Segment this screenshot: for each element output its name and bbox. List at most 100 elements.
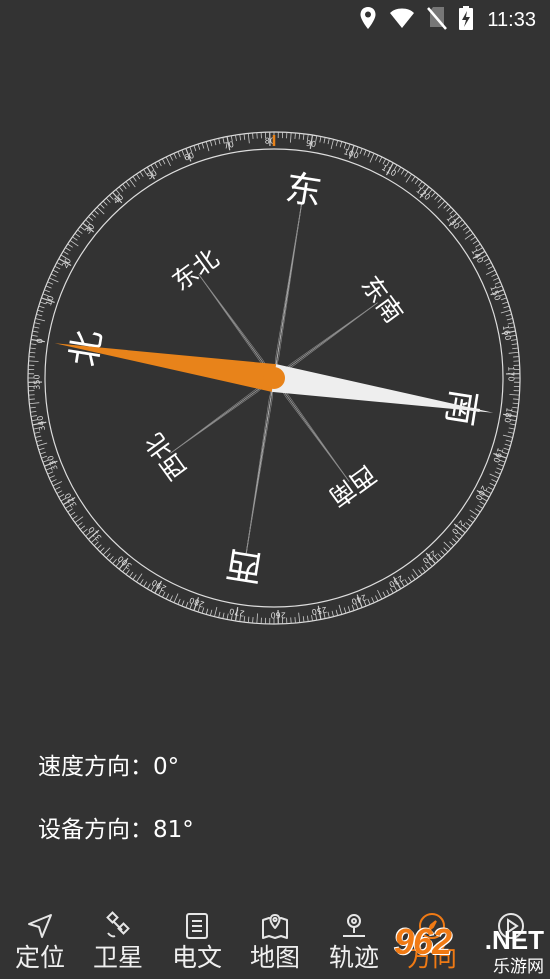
- compass-tick: [132, 574, 137, 580]
- compass-tick: [343, 607, 347, 614]
- compass-tick: [470, 236, 476, 241]
- compass-degree-label: 260: [270, 610, 285, 619]
- direction-label-west: 西: [223, 542, 265, 588]
- compass-tick: [369, 153, 375, 163]
- track-pin-icon: [343, 914, 365, 937]
- compass-tick: [298, 612, 301, 623]
- speed-direction-row: 速度方向：0°: [38, 747, 179, 781]
- compass-tick: [67, 243, 73, 248]
- compass-tick: [193, 145, 197, 152]
- nav-item-map[interactable]: 地图: [236, 905, 314, 979]
- compass-tick: [35, 435, 42, 438]
- compass-tick: [411, 176, 416, 182]
- compass-tick: [37, 442, 48, 447]
- direction-label-east: 东: [283, 168, 325, 214]
- compass-tick: [475, 508, 481, 513]
- compass-tick: [74, 516, 84, 523]
- compass-tick: [243, 133, 246, 140]
- compass-tick: [52, 269, 59, 274]
- compass-tick: [56, 490, 63, 494]
- compass-tick: [363, 149, 367, 156]
- compass-needle: [54, 343, 494, 413]
- compass-tick: [407, 576, 412, 583]
- compass-tick: [505, 313, 512, 317]
- compass-tick: [496, 467, 503, 471]
- compass-tick: [485, 269, 496, 275]
- compass-tick: [50, 273, 57, 277]
- compass-tick: [502, 434, 513, 438]
- nav-label-track: 轨迹: [328, 943, 379, 972]
- compass-tick: [72, 236, 78, 241]
- nav-item-location[interactable]: 定位: [1, 905, 79, 979]
- compass-tick: [169, 595, 173, 602]
- speed-direction-label: 速度方向：: [38, 754, 153, 780]
- compass-tick: [462, 226, 469, 231]
- compass-tick: [109, 556, 114, 562]
- nav-item-track[interactable]: 轨迹: [315, 905, 393, 979]
- compass-tick: [239, 134, 241, 141]
- compass-tick: [512, 347, 519, 350]
- compass-tick: [507, 431, 514, 434]
- watermark-logo: 962: [394, 921, 452, 962]
- compass-tick: [505, 439, 512, 443]
- compass-tick: [319, 136, 322, 143]
- compass-tick: [29, 406, 36, 409]
- compass-tick: [143, 581, 148, 587]
- compass-tick: [69, 240, 79, 247]
- compass-tick: [30, 415, 38, 417]
- compass-tick: [411, 574, 416, 580]
- compass-tick: [102, 547, 111, 556]
- compass-tick: [378, 156, 383, 163]
- compass-dial: 010203040506070 80 90100110120130140150160…: [27, 131, 521, 625]
- compass-tick: [69, 511, 76, 516]
- compass-tick: [508, 351, 519, 354]
- battery-charging-icon: [459, 6, 474, 34]
- compass-tick: [347, 606, 351, 613]
- compass-tick: [446, 206, 452, 212]
- compass-tick: [118, 186, 124, 192]
- compass-tick: [32, 330, 39, 333]
- compass-tick: [464, 233, 474, 240]
- compass-tick: [502, 301, 509, 305]
- compass-tick: [214, 606, 218, 617]
- compass-tick: [28, 360, 39, 362]
- compass-tick: [508, 427, 515, 430]
- compass-tick: [197, 143, 201, 150]
- compass-tick: [323, 137, 326, 144]
- compass-tick: [33, 326, 40, 329]
- compass-tick: [49, 277, 59, 283]
- compass-tick: [449, 541, 455, 547]
- nav-label-satellite: 卫星: [92, 943, 143, 972]
- compass-tick: [65, 247, 71, 252]
- compass-tick: [302, 133, 305, 140]
- compass-tick: [181, 600, 185, 607]
- status-time: 11:33: [487, 8, 536, 31]
- nav-item-satellite[interactable]: 卫星: [79, 905, 157, 979]
- speed-direction-value: 0°: [153, 754, 180, 780]
- compass-tick: [294, 617, 296, 624]
- compass-tick: [327, 138, 330, 145]
- compass-tick: [29, 347, 36, 350]
- nav-item-message[interactable]: 电文: [158, 905, 236, 979]
- compass-tick: [491, 479, 498, 483]
- compass-tick: [28, 356, 35, 358]
- compass-degree-label: 180: [502, 407, 513, 424]
- compass-tick: [510, 339, 518, 341]
- document-icon: [186, 913, 208, 939]
- compass-tick: [414, 178, 419, 185]
- compass-tick: [136, 573, 143, 583]
- compass-degree-label: 340: [35, 415, 47, 432]
- compass-tick: [39, 451, 46, 455]
- compass-tick: [38, 447, 45, 451]
- compass-tick: [99, 547, 105, 553]
- compass-tick: [339, 141, 343, 148]
- compass-tick: [509, 394, 520, 396]
- compass-tick: [493, 277, 499, 281]
- compass-tick: [88, 216, 94, 221]
- compass-tick: [79, 525, 86, 530]
- direction-label-southwest: 西南: [324, 460, 382, 513]
- compass-tick: [504, 443, 511, 447]
- compass-tick: [218, 611, 221, 618]
- device-direction-label: 设备方向：: [38, 817, 153, 843]
- compass-tick: [30, 411, 37, 413]
